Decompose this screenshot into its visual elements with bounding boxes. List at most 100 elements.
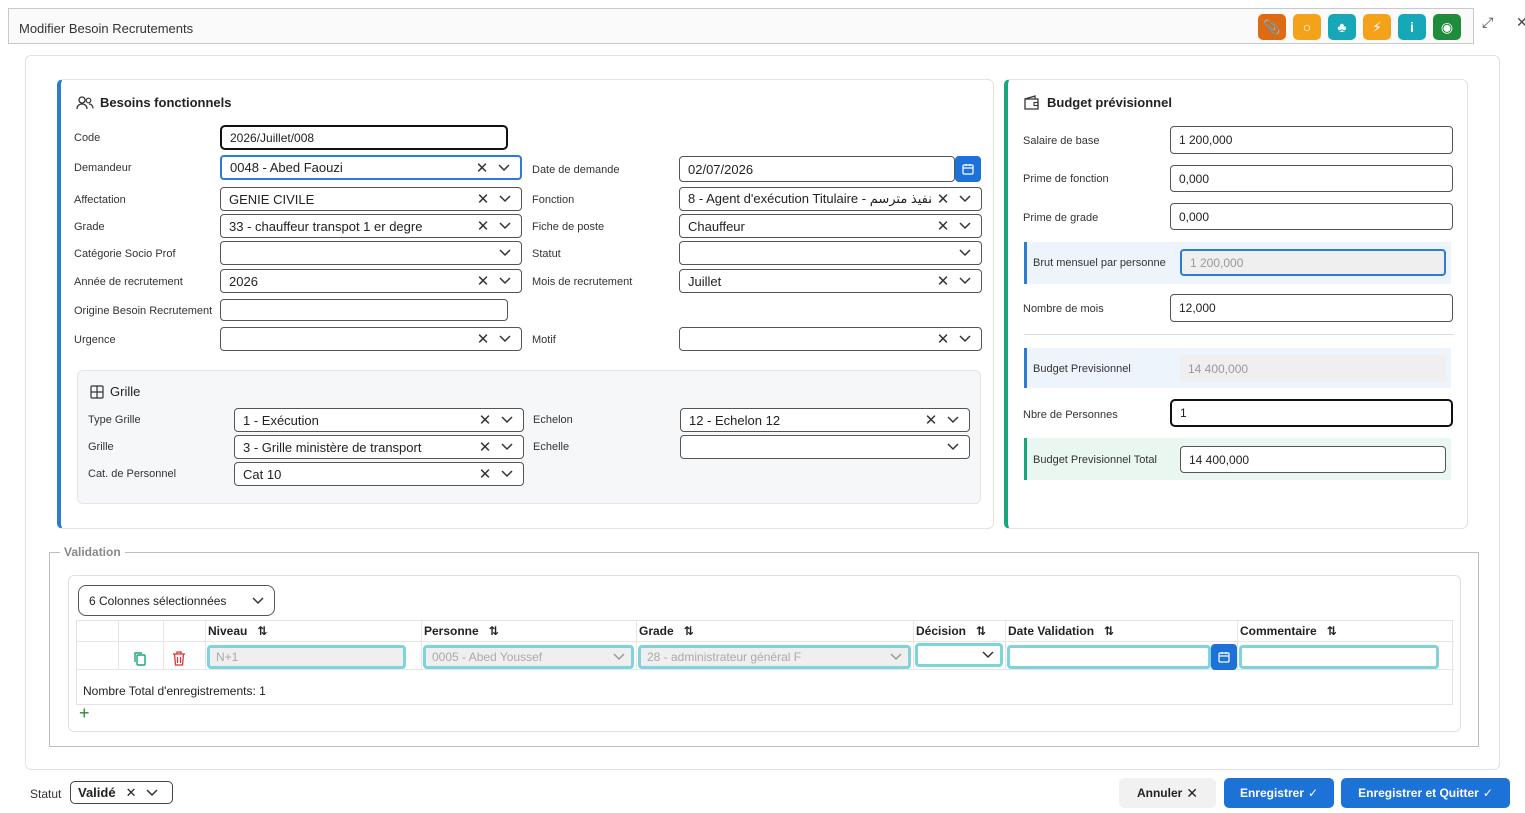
- date-validation-calendar-button[interactable]: [1211, 644, 1237, 670]
- header-niveau[interactable]: Niveau ⇅: [208, 621, 267, 641]
- origine-label: Origine Besoin Recrutement: [74, 305, 213, 317]
- calendar-button[interactable]: [955, 156, 981, 182]
- personne-select: 0005 - Abed Youssef: [423, 645, 634, 669]
- header-date-validation[interactable]: Date Validation ⇅: [1008, 621, 1114, 641]
- grid-icon: [90, 384, 104, 399]
- decision-select[interactable]: [915, 643, 1003, 667]
- code-input[interactable]: 2026/Juillet/008: [220, 125, 508, 150]
- records-total: Nombre Total d'enregistrements: 1: [83, 684, 266, 698]
- sort-icon: ⇅: [683, 624, 694, 638]
- categorie-select[interactable]: [220, 241, 522, 265]
- salaire-base-label: Salaire de base: [1023, 135, 1100, 147]
- besoins-panel: Besoins fonctionnels Code 2026/Juillet/0…: [57, 79, 994, 529]
- chevron-down-icon: [496, 163, 512, 172]
- cat-personnel-label: Cat. de Personnel: [88, 468, 177, 480]
- prime-grade-input[interactable]: 0,000: [1170, 203, 1453, 230]
- brut-mensuel-label: Brut mensuel par personne: [1033, 257, 1166, 269]
- budget-prev-input: 14 400,000: [1180, 355, 1446, 382]
- users-icon: [76, 95, 94, 109]
- expand-icon[interactable]: ⤢: [1482, 14, 1493, 31]
- annee-select[interactable]: 2026 ✕: [220, 269, 522, 293]
- prime-fonction-label: Prime de fonction: [1023, 173, 1109, 185]
- sort-icon: ⇅: [976, 624, 987, 638]
- fiche-poste-label: Fiche de poste: [532, 221, 605, 233]
- grille-label: Grille: [88, 441, 114, 453]
- statut-select[interactable]: [679, 241, 982, 265]
- header-personne[interactable]: Personne ⇅: [424, 621, 499, 641]
- grille-title: Grille: [90, 384, 140, 399]
- niveau-input: N+1: [207, 645, 406, 669]
- clear-icon: ✕: [475, 159, 489, 177]
- sort-icon: ⇅: [488, 624, 499, 638]
- header-grade[interactable]: Grade ⇅: [639, 621, 694, 641]
- affectation-label: Affectation: [74, 194, 126, 206]
- lightning-icon[interactable]: ⚡: [1363, 14, 1391, 40]
- check-icon: ✓: [1307, 786, 1319, 800]
- mois-select[interactable]: Juillet ✕: [679, 269, 982, 293]
- close-icon[interactable]: ✕: [1516, 14, 1525, 31]
- demandeur-select[interactable]: 0048 - Abed Faouzi ✕: [220, 155, 522, 180]
- check-icon: ✓: [1482, 786, 1493, 800]
- fonction-label: Fonction: [532, 194, 575, 206]
- salaire-base-input[interactable]: 1 200,000: [1170, 126, 1453, 154]
- annee-label: Année de recrutement: [74, 276, 183, 288]
- chevron-down-icon: [252, 594, 264, 608]
- grade-row-select: 28 - administrateur général F: [638, 645, 911, 669]
- urgence-select[interactable]: ✕: [220, 327, 522, 351]
- fiche-poste-select[interactable]: Chauffeur ✕: [679, 214, 982, 238]
- date-demande-input[interactable]: 02/07/2026: [679, 156, 955, 182]
- echelle-select[interactable]: [680, 435, 970, 459]
- budget-prev-label: Budget Previsionnel: [1033, 363, 1131, 375]
- trash-icon[interactable]: [172, 651, 186, 669]
- sort-icon: ⇅: [257, 624, 268, 638]
- cancel-button[interactable]: Annuler ✕: [1119, 778, 1216, 808]
- budget-total-input: 14 400,000: [1180, 446, 1446, 473]
- echelon-select[interactable]: 12 - Echelon 12 ✕: [680, 408, 970, 432]
- commentaire-input[interactable]: [1239, 645, 1439, 669]
- columns-select-button[interactable]: 6 Colonnes sélectionnées: [78, 585, 275, 616]
- categorie-label: Catégorie Socio Prof: [74, 248, 176, 260]
- copy-icon[interactable]: [133, 651, 147, 669]
- chevron-down-icon: [146, 785, 159, 800]
- budget-title: Budget prévisionnel: [1023, 95, 1172, 110]
- footer-status-select[interactable]: Validé ✕: [70, 781, 173, 804]
- demandeur-label: Demandeur: [74, 162, 132, 174]
- date-validation-input[interactable]: [1007, 645, 1211, 669]
- comment-icon[interactable]: ○: [1293, 14, 1321, 40]
- save-button[interactable]: Enregistrer ✓: [1224, 778, 1334, 808]
- type-grille-select[interactable]: 1 - Exécution ✕: [234, 408, 524, 432]
- add-row-icon[interactable]: +: [79, 704, 90, 722]
- besoins-title: Besoins fonctionnels: [76, 95, 231, 110]
- close-icon: ✕: [1186, 784, 1199, 801]
- fonction-select[interactable]: 8 - Agent d'exécution Titulaire - عون تن…: [679, 187, 982, 211]
- header-decision[interactable]: Décision ⇅: [916, 621, 986, 641]
- cat-personnel-select[interactable]: Cat 10 ✕: [234, 462, 524, 486]
- window-title: Modifier Besoin Recrutements: [19, 21, 194, 36]
- prime-grade-label: Prime de grade: [1023, 212, 1099, 224]
- motif-select[interactable]: ✕: [679, 327, 982, 351]
- calendar-icon: [962, 164, 974, 175]
- grade-select[interactable]: 33 - chauffeur transpot 1 er degre ✕: [220, 214, 522, 238]
- prime-fonction-input[interactable]: 0,000: [1170, 165, 1453, 192]
- nombre-mois-input[interactable]: 12,000: [1170, 294, 1453, 322]
- brut-mensuel-input: 1 200,000: [1180, 249, 1446, 276]
- budget-divider: [1024, 334, 1454, 335]
- type-grille-label: Type Grille: [88, 414, 141, 426]
- attachment-icon[interactable]: 📎: [1258, 14, 1286, 40]
- affectation-select[interactable]: GENIE CIVILE ✕: [220, 187, 522, 211]
- grille-select[interactable]: 3 - Grille ministère de transport ✕: [234, 435, 524, 459]
- echelle-label: Echelle: [533, 441, 570, 453]
- eye-icon[interactable]: ◉: [1433, 14, 1461, 40]
- nbre-personnes-input[interactable]: 1: [1170, 399, 1453, 427]
- code-label: Code: [74, 132, 101, 144]
- info-icon[interactable]: i: [1398, 14, 1426, 40]
- toolbar-icons: 📎 ○ ♣ ⚡ i ◉: [1258, 14, 1461, 40]
- hierarchy-icon[interactable]: ♣: [1328, 14, 1356, 40]
- header-commentaire[interactable]: Commentaire ⇅: [1240, 621, 1337, 641]
- budget-panel: Budget prévisionnel Salaire de base 1 20…: [1004, 79, 1468, 529]
- origine-input[interactable]: [220, 299, 508, 321]
- grille-section: Grille Type Grille 1 - Exécution ✕ Echelo…: [77, 370, 981, 504]
- save-and-quit-button[interactable]: Enregistrer et Quitter ✓: [1341, 778, 1510, 808]
- grade-label: Grade: [74, 221, 105, 233]
- echelon-label: Echelon: [533, 414, 573, 426]
